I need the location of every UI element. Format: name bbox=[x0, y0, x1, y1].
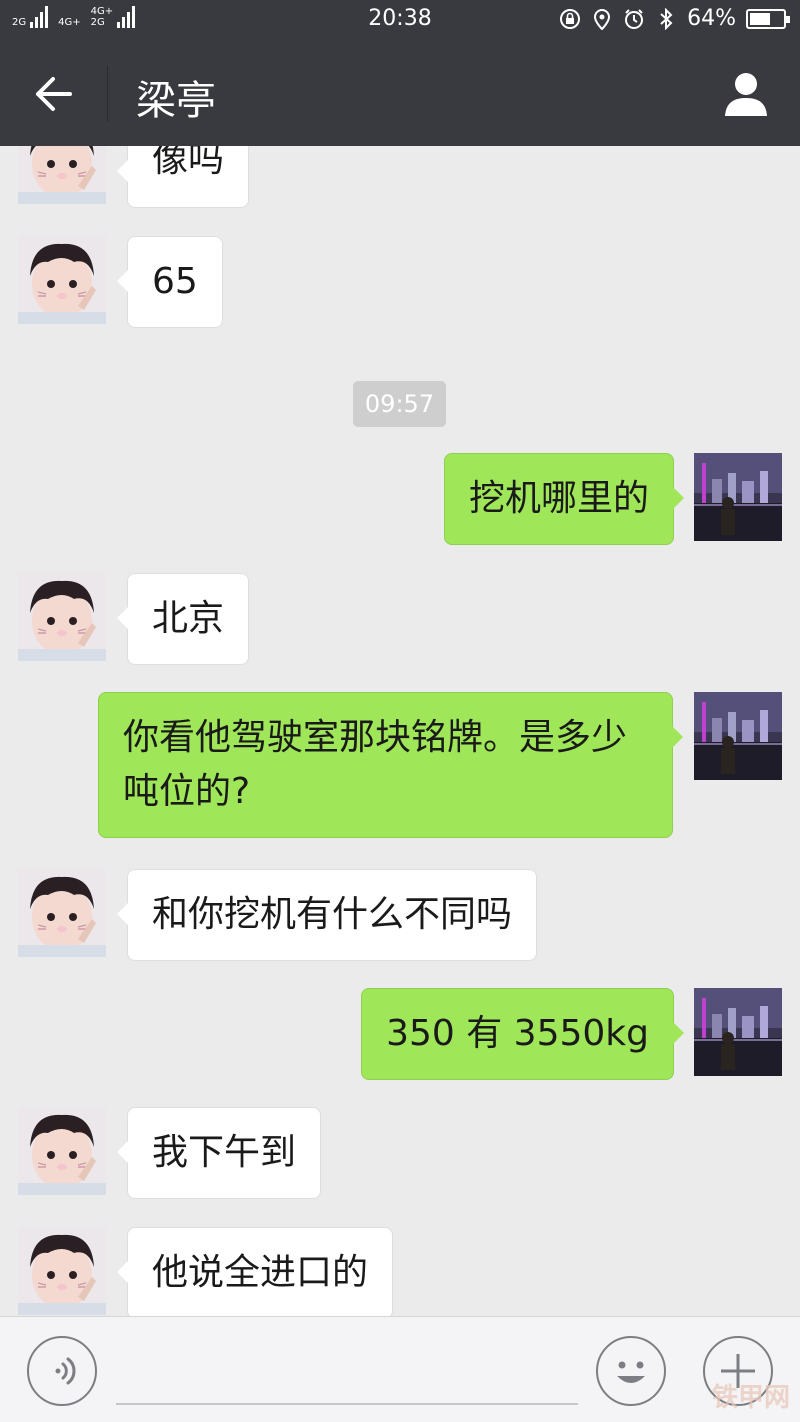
contact-avatar[interactable] bbox=[18, 1227, 106, 1315]
status-bar: 2G 4G+ 4G+ 2G 20:38 64% bbox=[0, 0, 800, 42]
chat-header: 梁亭 bbox=[0, 42, 800, 146]
voice-input-button[interactable] bbox=[27, 1336, 97, 1406]
battery-percent: 64% bbox=[687, 6, 736, 31]
message-timestamp: 09:57 bbox=[353, 381, 446, 427]
message-bubble-received[interactable]: 65 bbox=[117, 236, 223, 328]
contact-name: 梁亭 bbox=[136, 78, 216, 124]
chat-info-button[interactable] bbox=[716, 64, 776, 124]
contact-avatar[interactable] bbox=[18, 869, 106, 957]
message-bubble-received[interactable]: 像吗 bbox=[116, 146, 250, 208]
message-bubble-sent[interactable]: 挖机哪里的 bbox=[443, 453, 685, 545]
message-bubble-received[interactable]: 和你挖机有什么不同吗 bbox=[116, 869, 538, 961]
message-input[interactable] bbox=[116, 1339, 578, 1405]
contact-avatar[interactable] bbox=[18, 236, 106, 324]
message-list[interactable]: 像吗 65 09:57 挖机哪里的 北京 你看他驾驶室那块铭牌。是多少吨位的? bbox=[0, 146, 800, 1316]
message-bubble-sent[interactable]: 350 有 3550kg bbox=[361, 988, 684, 1080]
back-button[interactable] bbox=[24, 64, 84, 124]
message-bubble-received[interactable]: 他说全进口的 bbox=[116, 1227, 394, 1316]
alarm-icon bbox=[623, 8, 645, 30]
self-avatar[interactable] bbox=[694, 692, 782, 780]
self-avatar[interactable] bbox=[694, 988, 782, 1076]
emoji-icon bbox=[617, 1361, 645, 1383]
contact-avatar[interactable] bbox=[18, 1107, 106, 1195]
input-bar: 铁甲网 bbox=[0, 1316, 800, 1422]
watermark-logo: 铁甲网 bbox=[711, 1383, 790, 1413]
battery-icon bbox=[746, 8, 790, 29]
message-bubble-received[interactable]: 北京 bbox=[116, 573, 250, 665]
battery-fill bbox=[750, 12, 771, 25]
person-icon bbox=[725, 73, 767, 116]
message-bubble-sent[interactable]: 你看他驾驶室那块铭牌。是多少吨位的? bbox=[98, 692, 683, 838]
header-divider bbox=[107, 66, 108, 122]
lock-rotation-icon bbox=[559, 8, 581, 30]
message-bubble-received[interactable]: 我下午到 bbox=[116, 1107, 322, 1199]
self-avatar[interactable] bbox=[694, 453, 782, 541]
location-icon bbox=[591, 8, 613, 30]
bluetooth-icon bbox=[655, 7, 677, 30]
contact-avatar[interactable] bbox=[18, 146, 106, 204]
contact-avatar[interactable] bbox=[18, 573, 106, 661]
emoji-button[interactable] bbox=[596, 1336, 666, 1406]
status-icons: 64% bbox=[559, 6, 790, 31]
back-arrow-icon bbox=[36, 77, 72, 111]
voice-icon bbox=[55, 1357, 76, 1385]
